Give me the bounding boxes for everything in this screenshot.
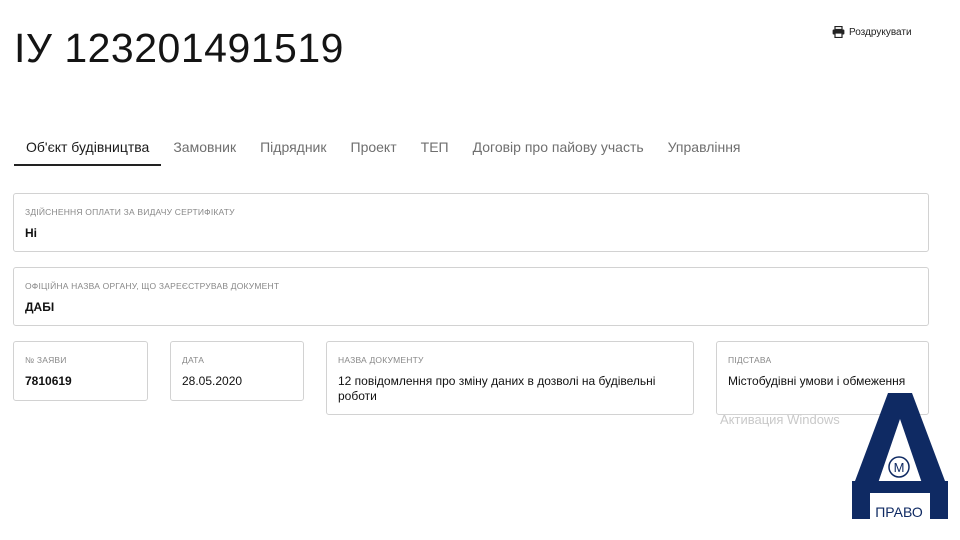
application-number-label: № заяви bbox=[25, 355, 67, 365]
authority-field-label: Офіційна назва органу, що зареєстрував д… bbox=[25, 281, 280, 291]
tab-customer[interactable]: Замовник bbox=[161, 134, 248, 166]
windows-activation-watermark: Активация Windows bbox=[720, 412, 840, 427]
tab-tep[interactable]: ТЕП bbox=[409, 134, 461, 166]
payment-field-card: Здійснення оплати за видачу сертифікату … bbox=[13, 193, 929, 252]
document-name-label: Назва документу bbox=[338, 355, 424, 365]
document-name-card: Назва документу 12 повідомлення про змін… bbox=[326, 341, 694, 415]
logo-text: ПРАВО bbox=[875, 504, 923, 520]
page: ІУ 123201491519 Роздрукувати Об'єкт буді… bbox=[0, 0, 960, 540]
authority-field-value: ДАБІ bbox=[25, 300, 55, 314]
tab-shared-participation[interactable]: Договір про пайову участь bbox=[461, 134, 656, 166]
printer-icon bbox=[832, 26, 845, 38]
logo-circle-letter: М bbox=[894, 460, 905, 475]
pravo-logo: М ПРАВО bbox=[850, 393, 950, 521]
print-button[interactable]: Роздрукувати bbox=[832, 26, 912, 38]
tab-project[interactable]: Проект bbox=[339, 134, 409, 166]
tab-contractor[interactable]: Підрядник bbox=[248, 134, 338, 166]
basis-label: Підстава bbox=[728, 355, 772, 365]
payment-field-label: Здійснення оплати за видачу сертифікату bbox=[25, 207, 235, 217]
basis-value: Містобудівні умови і обмеження bbox=[728, 374, 906, 388]
tab-construction-object[interactable]: Об'єкт будівництва bbox=[14, 134, 162, 166]
application-number-value: 7810619 bbox=[25, 374, 72, 388]
date-card: Дата 28.05.2020 bbox=[170, 341, 304, 401]
page-title: ІУ 123201491519 bbox=[14, 25, 344, 71]
application-number-card: № заяви 7810619 bbox=[13, 341, 148, 401]
payment-field-value: Ні bbox=[25, 226, 37, 240]
date-label: Дата bbox=[182, 355, 205, 365]
authority-field-card: Офіційна назва органу, що зареєстрував д… bbox=[13, 267, 929, 326]
date-value: 28.05.2020 bbox=[182, 374, 243, 388]
tab-management[interactable]: Управління bbox=[656, 134, 753, 166]
print-label: Роздрукувати bbox=[849, 26, 912, 38]
document-name-value: 12 повідомлення про зміну даних в дозвол… bbox=[338, 374, 656, 403]
tab-bar: Об'єкт будівництва Замовник Підрядник Пр… bbox=[14, 134, 753, 166]
